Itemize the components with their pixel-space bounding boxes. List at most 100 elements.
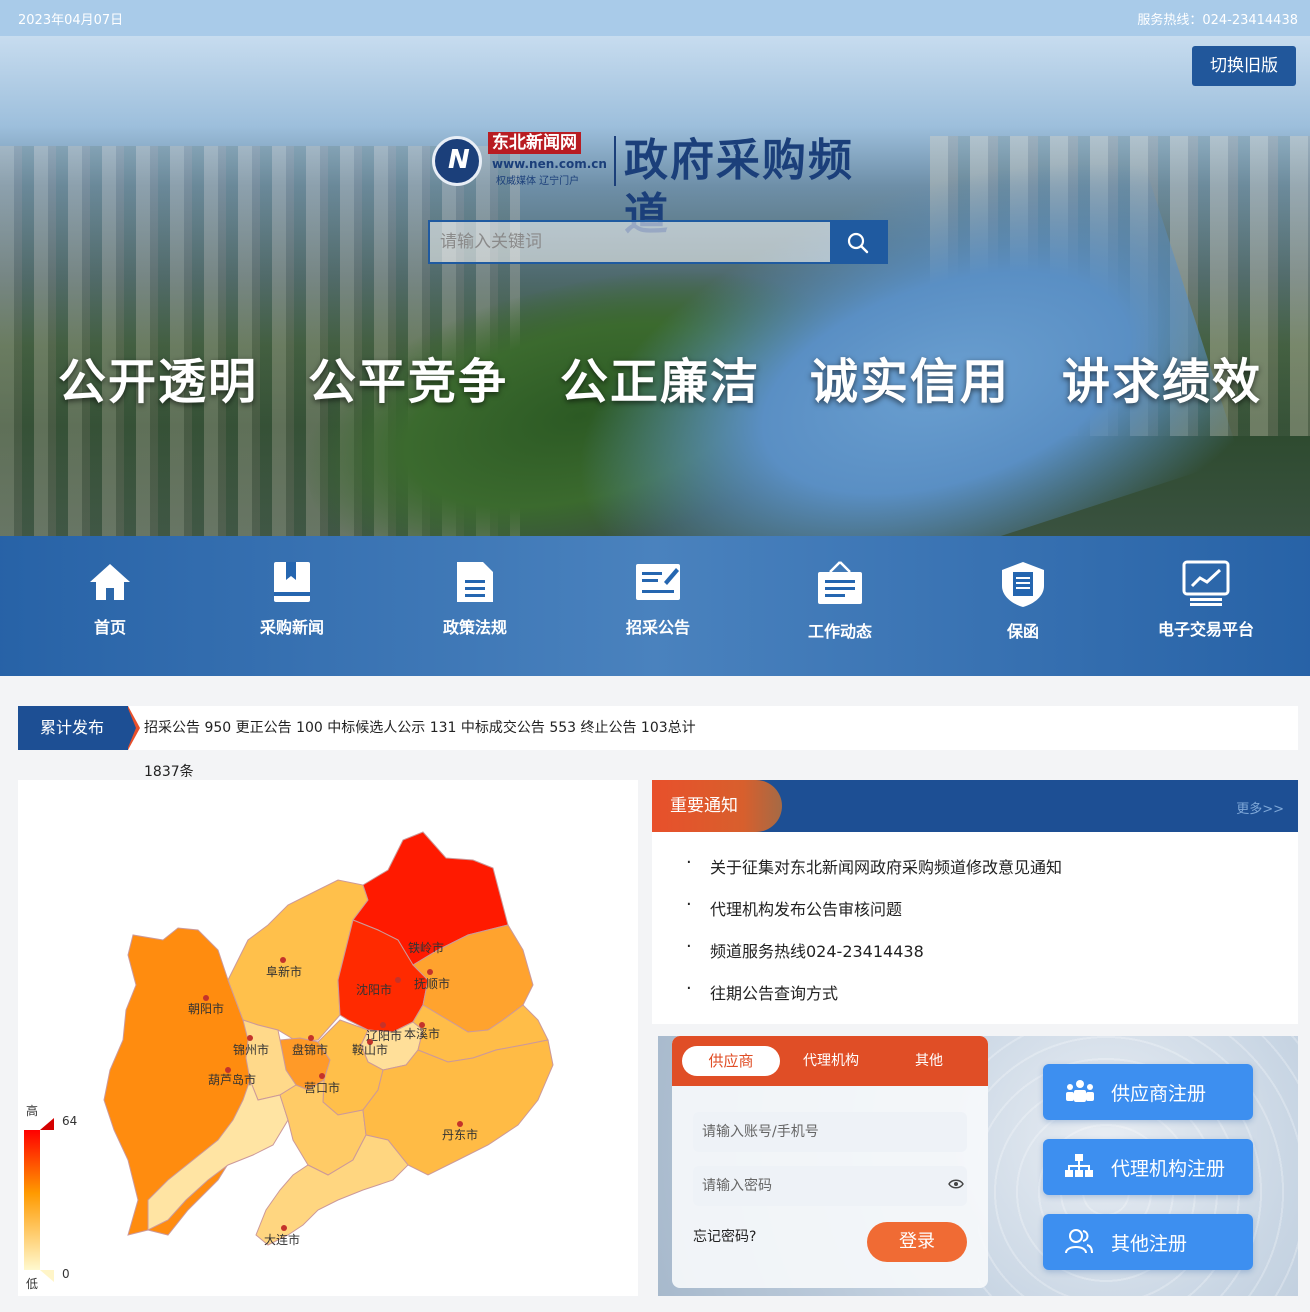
users-group-icon xyxy=(1066,1080,1094,1102)
city-label: 盘锦市 xyxy=(292,1042,328,1057)
publication-stats: 累计发布 招采公告 950 更正公告 100 中标候选人公示 131 中标成交公… xyxy=(18,706,1298,780)
city-label: 抚顺市 xyxy=(414,976,450,991)
nen-logo-icon xyxy=(432,136,482,186)
logo-slogan: 权威媒体 辽宁门户 xyxy=(496,176,580,187)
account-input[interactable] xyxy=(693,1112,967,1152)
city-label: 阜新市 xyxy=(266,964,302,979)
important-notices: 重要通知 更多>> 关于征集对东北新闻网政府采购频道修改意见通知 代理机构发布公… xyxy=(652,780,1298,1024)
switch-old-version-button[interactable]: 切换旧版 xyxy=(1192,46,1296,86)
nav-label: 采购新闻 xyxy=(259,618,324,637)
notice-list: 关于征集对东北新闻网政府采购频道修改意见通知 代理机构发布公告审核问题 频道服务… xyxy=(686,852,1062,1022)
city-label: 大连市 xyxy=(264,1232,300,1247)
other-register-button[interactable]: 其他注册 xyxy=(1043,1214,1253,1270)
legend-max-value: 64 xyxy=(62,1114,77,1128)
main-nav: 首页 采购新闻 政策法规 招采公告 工作动态 保函 电子交易平台 xyxy=(0,536,1310,676)
current-date: 2023年04月07日 xyxy=(18,13,124,28)
city-label: 本溪市 xyxy=(404,1026,440,1041)
login-register-area: 供应商 代理机构 其他 忘记密码? 登录 供应商注册 xyxy=(658,1036,1298,1296)
nav-item-news[interactable]: 采购新闻 xyxy=(222,554,362,664)
org-chart-icon xyxy=(1065,1154,1093,1177)
legend-min-value: 0 xyxy=(62,1267,70,1281)
slogan-1: 公开透明 xyxy=(58,354,259,410)
nav-label: 工作动态 xyxy=(807,622,872,641)
slogan-3: 公正廉洁 xyxy=(560,354,761,410)
search-input[interactable] xyxy=(430,222,830,262)
home-icon xyxy=(90,564,130,600)
nav-label: 政策法规 xyxy=(442,618,507,637)
hero-banner: 切换旧版 东北新闻网 www.nen.com.cn 权威媒体 辽宁门户 政府采购… xyxy=(0,36,1310,536)
city-dot[interactable] xyxy=(319,1073,325,1079)
city-dot[interactable] xyxy=(395,977,401,983)
nav-item-home[interactable]: 首页 xyxy=(40,554,180,664)
notice-item[interactable]: 代理机构发布公告审核问题 xyxy=(686,894,1062,938)
nav-item-announcements[interactable]: 招采公告 xyxy=(588,554,728,664)
nav-item-guarantee[interactable]: 保函 xyxy=(953,554,1093,664)
nav-label: 首页 xyxy=(93,618,126,637)
legend-high-label: 高 xyxy=(26,1103,38,1118)
login-card: 供应商 代理机构 其他 忘记密码? 登录 xyxy=(672,1036,988,1288)
city-label: 鞍山市 xyxy=(352,1042,388,1057)
login-tabs: 供应商 代理机构 其他 xyxy=(672,1036,988,1086)
eye-icon[interactable] xyxy=(948,1178,964,1190)
nav-item-work-updates[interactable]: 工作动态 xyxy=(770,554,910,664)
supplier-register-button[interactable]: 供应商注册 xyxy=(1043,1064,1253,1120)
password-input[interactable] xyxy=(693,1166,967,1206)
city-label: 葫芦岛市 xyxy=(208,1072,256,1087)
nav-item-e-trading[interactable]: 电子交易平台 xyxy=(1136,554,1276,664)
notice-item[interactable]: 往期公告查询方式 xyxy=(686,978,1062,1022)
city-dot[interactable] xyxy=(457,1121,463,1127)
register-label: 代理机构注册 xyxy=(1111,1158,1226,1180)
province-heatmap: 铁岭市沈阳市 抚顺市阜新市朝阳市锦州市 盘锦市辽阳市 本溪市鞍山市葫芦岛市营口市丹东市… xyxy=(24,831,554,1291)
search-bar xyxy=(428,220,888,264)
legend-handle-bottom[interactable] xyxy=(40,1270,54,1282)
slogan-4: 诚实信用 xyxy=(810,354,1011,410)
service-hotline: 服务热线：024-23414438 xyxy=(1137,13,1298,28)
legend-handle-top[interactable] xyxy=(40,1118,54,1130)
city-label: 营口市 xyxy=(304,1080,340,1095)
notice-header: 重要通知 更多>> xyxy=(652,780,1298,832)
register-label: 其他注册 xyxy=(1111,1233,1188,1255)
slogan-2: 公平竞争 xyxy=(308,354,509,410)
notice-item[interactable]: 关于征集对东北新闻网政府采购频道修改意见通知 xyxy=(686,852,1062,896)
nav-label: 招采公告 xyxy=(625,618,690,637)
liaoning-map: 铁岭市 沈阳市 抚顺市 阜新市 朝阳市 锦州市 盘锦市 辽阳市 本溪市 鞍山市 葫芦岛市 营口市 丹东市… xyxy=(18,780,638,1296)
signboard-icon xyxy=(818,561,862,604)
city-label: 锦州市 xyxy=(233,1042,269,1057)
search-button[interactable] xyxy=(830,222,886,262)
city-label: 丹东市 xyxy=(442,1127,478,1142)
logo-divider xyxy=(614,136,616,186)
nav-label: 保函 xyxy=(1006,622,1039,641)
announcement-icon xyxy=(636,564,680,600)
shield-icon xyxy=(1002,562,1044,607)
city-dot[interactable] xyxy=(203,995,209,1001)
logo-brand-name: 东北新闻网 xyxy=(488,132,581,154)
city-dot[interactable] xyxy=(280,957,286,963)
agency-register-button[interactable]: 代理机构注册 xyxy=(1043,1139,1253,1195)
legend-low-label: 低 xyxy=(26,1277,38,1291)
city-label: 朝阳市 xyxy=(188,1001,224,1016)
city-dot[interactable] xyxy=(427,969,433,975)
slogan-row: 公开透明 公平竞争 公正廉洁 诚实信用 讲求绩效 xyxy=(0,342,1310,412)
search-icon xyxy=(847,232,869,254)
nav-label: 电子交易平台 xyxy=(1157,620,1254,639)
city-dot[interactable] xyxy=(308,1035,314,1041)
forgot-password-link[interactable]: 忘记密码? xyxy=(693,1226,756,1246)
city-label: 沈阳市 xyxy=(356,982,392,997)
nav-item-policy[interactable]: 政策法规 xyxy=(405,554,545,664)
more-link[interactable]: 更多>> xyxy=(1236,798,1284,817)
city-dot[interactable] xyxy=(247,1035,253,1041)
legend-bar xyxy=(24,1130,40,1270)
city-dot[interactable] xyxy=(380,1022,386,1028)
logo-url: www.nen.com.cn xyxy=(492,157,607,171)
login-button[interactable]: 登录 xyxy=(867,1222,967,1262)
tab-supplier[interactable]: 供应商 xyxy=(682,1046,780,1076)
tab-other[interactable]: 其他 xyxy=(884,1046,974,1076)
stats-tag: 累计发布 xyxy=(18,706,140,750)
slogan-5: 讲求绩效 xyxy=(1062,354,1263,410)
city-label: 铁岭市 xyxy=(408,940,444,955)
register-label: 供应商注册 xyxy=(1111,1083,1207,1105)
tab-agency[interactable]: 代理机构 xyxy=(786,1046,876,1076)
city-dot[interactable] xyxy=(281,1225,287,1231)
notice-item[interactable]: 频道服务热线024-23414438 xyxy=(686,936,1062,980)
site-logo[interactable]: 东北新闻网 www.nen.com.cn 权威媒体 辽宁门户 政府采购频道 xyxy=(432,132,892,240)
